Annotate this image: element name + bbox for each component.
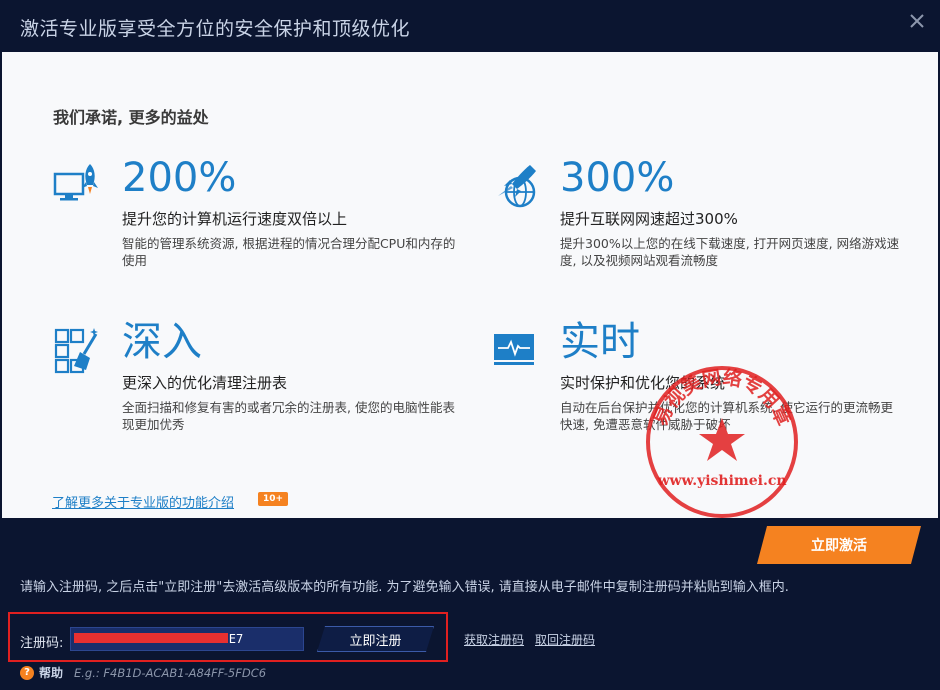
monitor-pulse-icon [494,334,534,365]
get-registration-code-link[interactable]: 获取注册码 [464,631,524,648]
registration-code-input[interactable] [70,627,304,651]
feature-registry-title: 更深入的优化清理注册表 [122,374,288,392]
watermark-stamp: 易视美网络专用章 www.yishimei.cn [646,365,798,518]
feature-speed-value: 200% [122,155,237,201]
help-icon[interactable]: ? [20,665,34,680]
feature-network-title: 提升互联网网速超过300% [560,210,738,228]
feature-registry-value: 深入 [122,319,202,365]
registration-code-label: 注册码: [20,636,64,651]
stamp-url-text: www.yishimei.cn [656,473,786,489]
promise-heading: 我们承诺, 更多的益处 [53,108,209,127]
feature-speed-title: 提升您的计算机运行速度双倍以上 [122,210,348,228]
feature-realtime-value: 实时 [560,319,640,365]
window-title: 激活专业版享受全方位的安全保护和顶级优化 [20,18,411,40]
feature-registry-desc: 全面扫描和修复有害的或者冗余的注册表, 使您的电脑性能表现更加优秀 [122,400,455,432]
count-badge: 10+ [258,492,289,506]
computer-rocket-icon [53,164,98,201]
instruction-text: 请输入注册码, 之后点击"立即注册"去激活高级版本的所有功能. 为了避免输入错误… [20,580,789,595]
help-row: ? 帮助 E.g.: F4B1D-ACAB1-A84FF-5FDC6 [20,664,266,681]
close-icon[interactable] [908,12,926,30]
learn-more-link[interactable]: 了解更多关于专业版的功能介绍 [52,492,234,511]
feature-speed-desc: 智能的管理系统资源, 根据进程的情况合理分配CPU和内存的使用 [122,236,456,268]
feature-network-desc: 提升300%以上您的在线下载速度, 打开网页速度, 网络游戏速度, 以及视频网站… [560,236,900,268]
title-bar: 激活专业版享受全方位的安全保护和顶级优化 [0,0,940,52]
register-now-button[interactable]: 立即注册 [317,626,434,652]
help-link[interactable]: 帮助 [39,664,63,681]
activate-now-button[interactable]: 立即激活 [757,526,921,564]
example-code-text: E.g.: F4B1D-ACAB1-A84FF-5FDC6 [74,665,267,680]
registry-broom-icon [54,328,98,374]
rocket-globe-icon [498,165,536,208]
features-panel: 我们承诺, 更多的益处 200% 提升您的计算机运行速度双倍以上 智能的管理系统… [2,52,938,518]
retrieve-registration-code-link[interactable]: 取回注册码 [535,631,595,648]
feature-network-value: 300% [560,155,675,201]
